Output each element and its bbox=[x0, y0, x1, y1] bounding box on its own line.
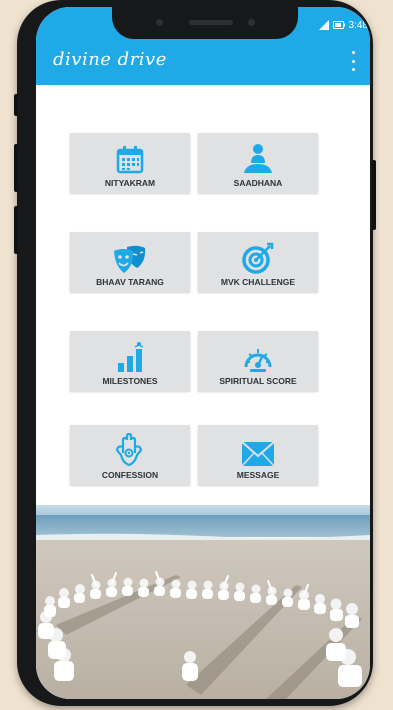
envelope-icon bbox=[241, 441, 275, 467]
notch bbox=[112, 7, 298, 39]
tile-bhaav-tarang[interactable]: BHAAV TARANG bbox=[70, 232, 190, 292]
bar-chart-icon bbox=[118, 342, 144, 372]
tile-nityakram[interactable]: NITYAKRAM bbox=[70, 133, 190, 193]
overflow-menu-icon[interactable] bbox=[350, 51, 356, 71]
gauge-icon bbox=[244, 349, 272, 372]
tile-label: SAADHANA bbox=[233, 178, 283, 188]
tile-label: MILESTONES bbox=[102, 376, 158, 386]
menu-grid: NITYAKRAM SAADHANA BHAAV TARANG MVK CHAL… bbox=[36, 85, 370, 505]
tile-spiritual-score[interactable]: SPIRITUAL SCORE bbox=[198, 331, 318, 391]
tile-milestones[interactable]: MILESTONES bbox=[70, 331, 190, 391]
target-icon bbox=[242, 242, 274, 274]
tile-message[interactable]: MESSAGE bbox=[198, 425, 318, 485]
tile-mvk-challenge[interactable]: MVK CHALLENGE bbox=[198, 232, 318, 292]
battery-icon bbox=[332, 21, 345, 29]
volume-down-button bbox=[14, 206, 18, 254]
tile-saadhana[interactable]: SAADHANA bbox=[198, 133, 318, 193]
phone-frame: divine drive 3:48 NITYAKRAM SAADHANA BHA… bbox=[14, 0, 376, 706]
calendar-icon bbox=[116, 146, 144, 174]
tile-label: CONFESSION bbox=[101, 470, 159, 480]
tile-label: MVK CHALLENGE bbox=[220, 277, 296, 287]
meditation-icon bbox=[244, 144, 272, 173]
signal-icon bbox=[318, 20, 329, 30]
volume-button bbox=[14, 94, 18, 116]
tile-label: SPIRITUAL SCORE bbox=[219, 376, 297, 386]
theater-masks-icon bbox=[114, 245, 146, 273]
volume-up-button bbox=[14, 144, 18, 192]
app-title: divine drive bbox=[53, 49, 167, 70]
beach-meditation-photo bbox=[36, 505, 370, 699]
hamsa-hand-icon bbox=[115, 433, 143, 467]
tile-confession[interactable]: CONFESSION bbox=[70, 425, 190, 485]
tile-label: BHAAV TARANG bbox=[96, 277, 164, 287]
power-button bbox=[372, 160, 376, 230]
status-bar: 3:48 bbox=[318, 17, 370, 33]
status-time: 3:48 bbox=[348, 19, 368, 31]
tile-label: MESSAGE bbox=[236, 470, 280, 480]
tile-label: NITYAKRAM bbox=[104, 178, 156, 188]
screen: divine drive 3:48 NITYAKRAM SAADHANA BHA… bbox=[36, 7, 370, 699]
